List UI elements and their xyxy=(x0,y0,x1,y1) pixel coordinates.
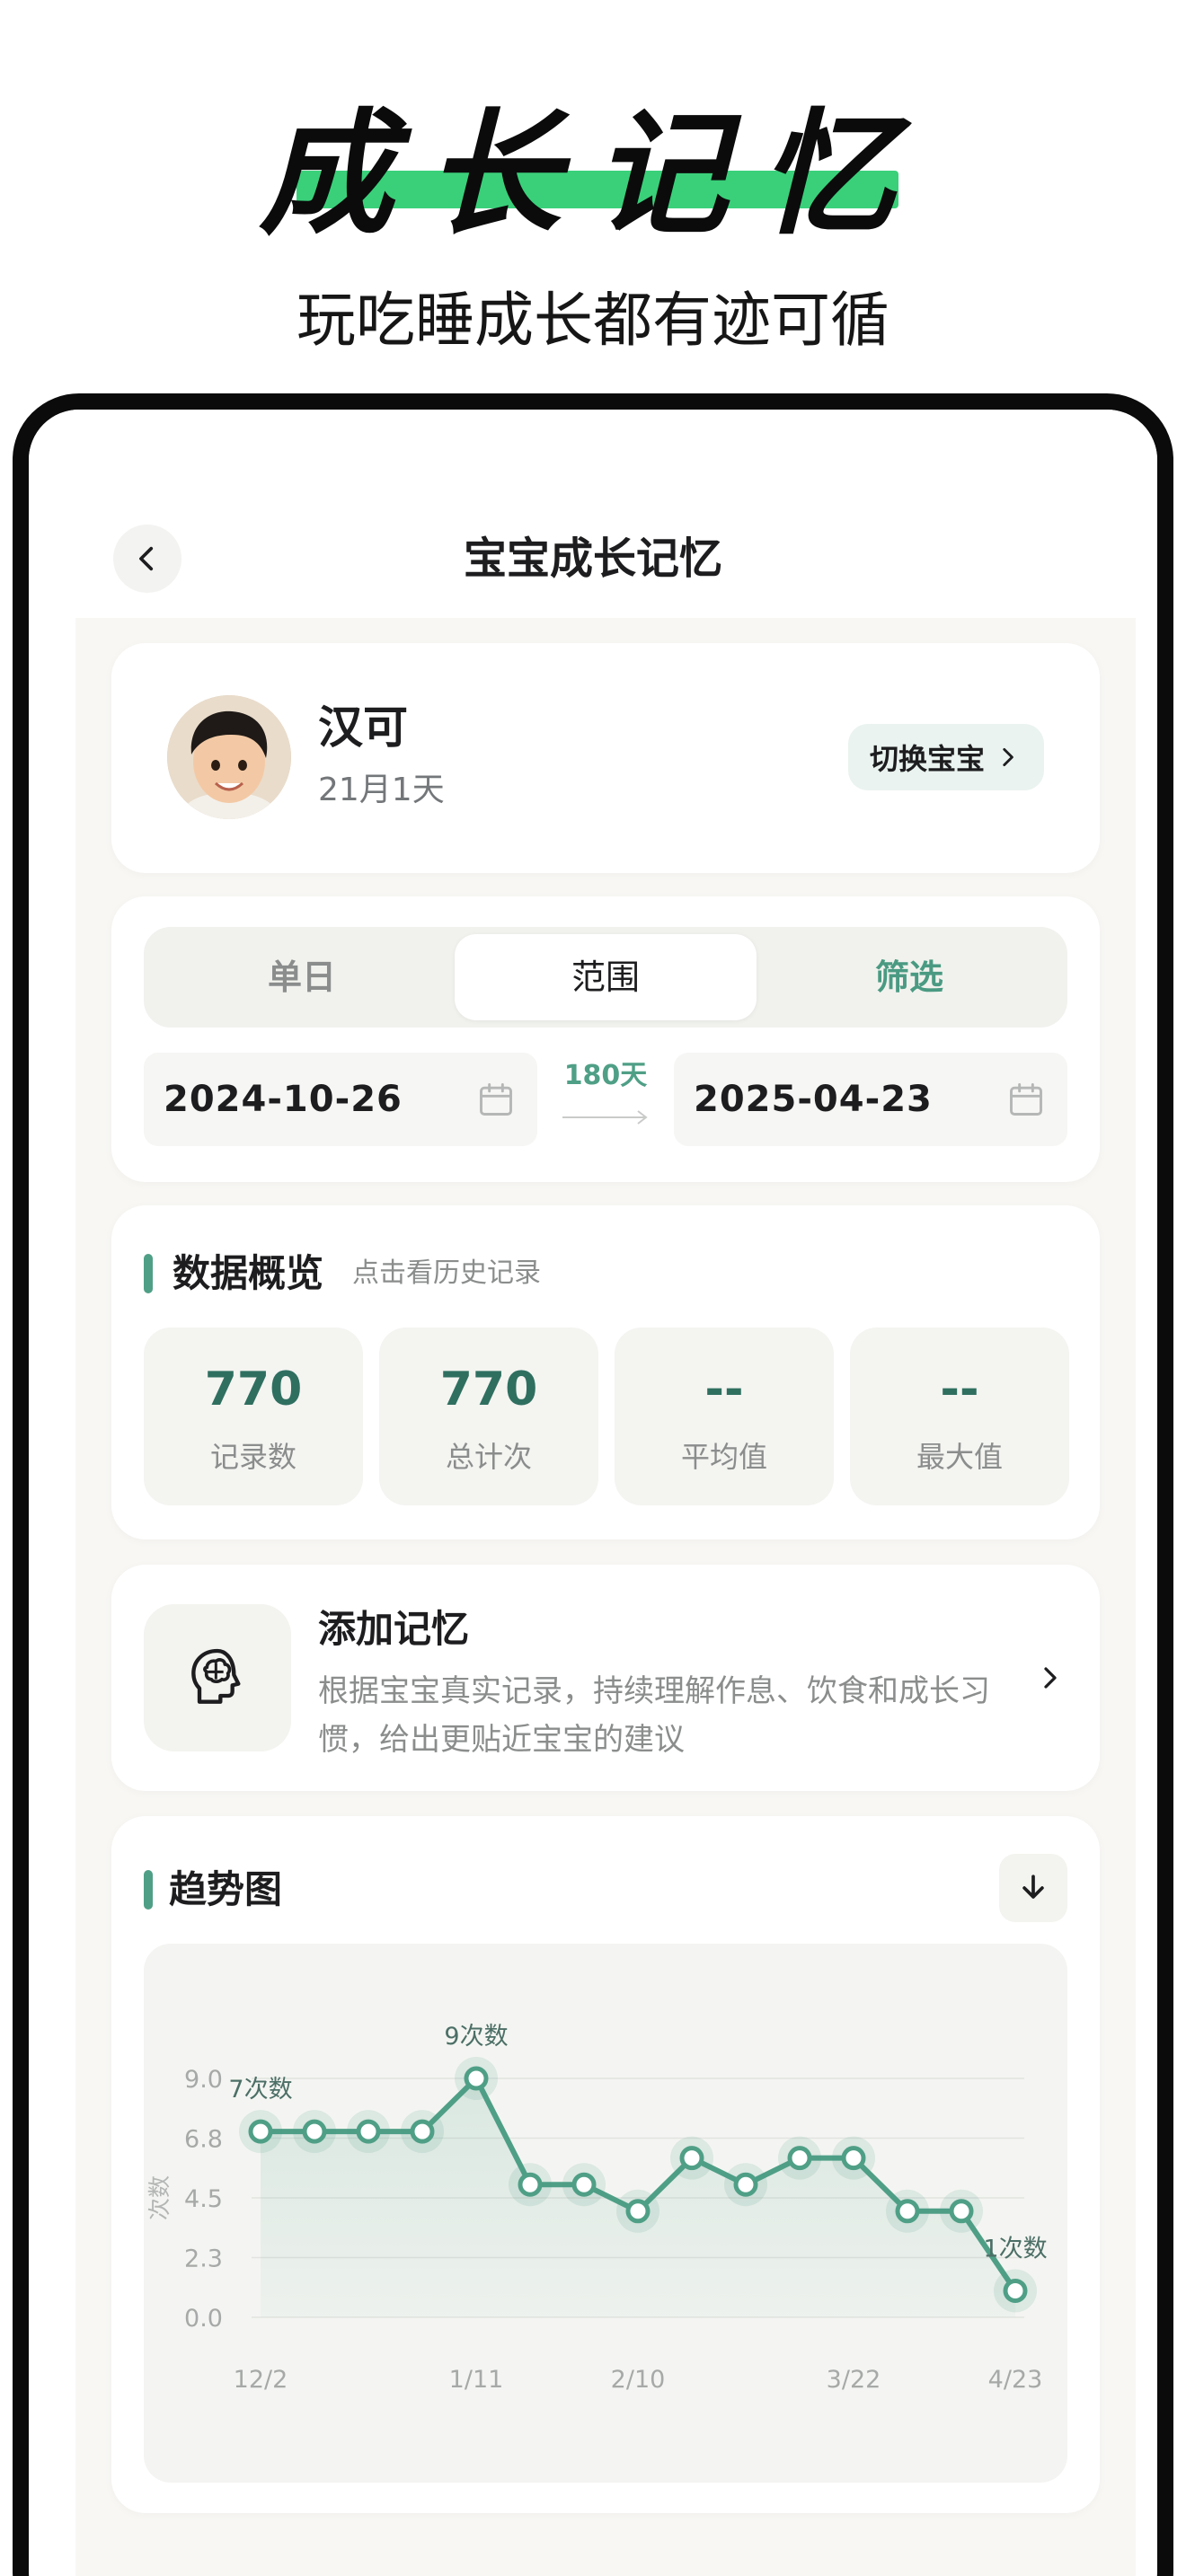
data-label: 7次数 xyxy=(228,2076,292,2104)
x-tick-label: 4/23 xyxy=(988,2366,1043,2394)
baby-profile-card: 汉可 21月1天 切换宝宝 xyxy=(111,643,1100,873)
trend-chart-svg: 0.0 2.3 4.5 6.8 9.0 次数 7次数 9次数 1次数 12/2 1/11 2/10 3/… xyxy=(146,2023,1048,2394)
data-point xyxy=(356,2119,381,2144)
trend-title: 趋势图 xyxy=(169,1867,283,1911)
tab-filter[interactable]: 筛选 xyxy=(758,934,1060,1020)
stat-total-count[interactable]: 770 总计次 xyxy=(379,1328,598,1505)
x-tick-label: 12/2 xyxy=(234,2366,288,2394)
stat-label: 记录数 xyxy=(209,1440,296,1474)
data-point xyxy=(464,2066,489,2091)
data-point xyxy=(518,2172,543,2197)
phone-frame: 宝宝成长记忆 汉可 21月1天 切换宝宝 单日 范围 筛选 2024-10-26… xyxy=(13,393,1173,2576)
switch-baby-label: 切换宝宝 xyxy=(869,742,985,776)
data-point xyxy=(787,2146,812,2171)
data-point xyxy=(895,2199,920,2224)
hero-title: 成长记忆 xyxy=(258,97,927,253)
download-arrow-icon xyxy=(1022,1875,1044,1899)
y-tick-label: 0.0 xyxy=(184,2305,223,2333)
x-tick-label: 1/11 xyxy=(449,2366,504,2394)
hero-header: 成长记忆 xyxy=(0,99,1186,251)
stat-label: 最大值 xyxy=(916,1440,1003,1474)
start-date-field[interactable]: 2024-10-26 xyxy=(144,1053,537,1146)
stat-value: 770 xyxy=(204,1363,303,1416)
section-accent-bar xyxy=(144,1870,153,1910)
calendar-icon xyxy=(1010,1083,1042,1116)
data-point xyxy=(410,2119,435,2144)
y-tick-label: 2.3 xyxy=(184,2245,223,2273)
range-days-label: 180天 xyxy=(563,1060,648,1091)
end-date-field[interactable]: 2025-04-23 xyxy=(674,1053,1067,1146)
data-point xyxy=(949,2199,974,2224)
section-accent-bar xyxy=(144,1254,153,1293)
add-memory-card[interactable]: 添加记忆 根据宝宝真实记录，持续理解作息、饮食和成长习惯，给出更贴近宝宝的建议 xyxy=(111,1565,1100,1791)
mode-segmented-control: 单日 范围 筛选 xyxy=(144,927,1067,1028)
start-date-value: 2024-10-26 xyxy=(164,1079,403,1120)
baby-avatar xyxy=(167,695,291,819)
data-overview-card[interactable]: 数据概览 点击看历史记录 770 记录数 770 总计次 -- 平均值 -- 最… xyxy=(111,1205,1100,1539)
stat-label: 平均值 xyxy=(680,1440,767,1474)
trend-chart-card: 趋势图 0.0 2.3 4.5 6.8 9.0 次数 7次数 9次数 1次数 12/2 1/11 2/… xyxy=(111,1816,1100,2513)
calendar-icon xyxy=(480,1083,512,1116)
data-label: 1次数 xyxy=(983,2235,1047,2263)
data-point xyxy=(841,2146,866,2171)
memory-description: 根据宝宝真实记录，持续理解作息、饮食和成长习惯，给出更贴近宝宝的建议 xyxy=(318,1673,990,1758)
main-content[interactable]: 汉可 21月1天 切换宝宝 单日 范围 筛选 2024-10-26 180天 2… xyxy=(75,618,1136,2576)
data-point xyxy=(571,2172,597,2197)
data-label: 9次数 xyxy=(444,2023,508,2051)
data-point xyxy=(1003,2278,1028,2303)
brain-head-icon xyxy=(191,1648,241,1704)
hero-subtitle: 玩吃睡成长都有迹可循 xyxy=(296,286,890,355)
x-tick-label: 2/10 xyxy=(611,2366,666,2394)
memory-icon-box xyxy=(144,1604,291,1751)
page-title: 宝宝成长记忆 xyxy=(463,534,722,584)
data-point xyxy=(302,2119,327,2144)
download-button[interactable] xyxy=(999,1854,1067,1922)
nav-bar: 宝宝成长记忆 xyxy=(29,410,1157,618)
overview-title: 数据概览 xyxy=(173,1251,324,1295)
avatar-illustration xyxy=(167,695,291,819)
data-point xyxy=(248,2119,273,2144)
stat-value: -- xyxy=(704,1363,744,1416)
chevron-right-icon xyxy=(1044,1667,1057,1689)
y-tick-label: 9.0 xyxy=(184,2066,223,2094)
y-tick-label: 4.5 xyxy=(184,2185,223,2213)
stat-label: 总计次 xyxy=(445,1440,532,1474)
baby-name: 汉可 xyxy=(318,701,408,754)
arrow-right-icon xyxy=(562,1110,648,1125)
date-filter-card: 单日 范围 筛选 2024-10-26 180天 2025-04-23 xyxy=(111,896,1100,1182)
app-screen: 宝宝成长记忆 汉可 21月1天 切换宝宝 单日 范围 筛选 2024-10-26… xyxy=(29,410,1157,2576)
stat-value: -- xyxy=(940,1363,979,1416)
stat-maximum[interactable]: -- 最大值 xyxy=(850,1328,1069,1505)
y-axis-label: 次数 xyxy=(146,2175,173,2220)
stat-record-count[interactable]: 770 记录数 xyxy=(144,1328,363,1505)
end-date-value: 2025-04-23 xyxy=(694,1079,933,1120)
trend-chart[interactable]: 0.0 2.3 4.5 6.8 9.0 次数 7次数 9次数 1次数 12/2 1/11 2/10 3/… xyxy=(144,1944,1067,2483)
memory-title: 添加记忆 xyxy=(318,1607,470,1651)
x-tick-label: 3/22 xyxy=(827,2366,881,2394)
stat-value: 770 xyxy=(439,1363,538,1416)
tab-range[interactable]: 范围 xyxy=(455,934,757,1020)
switch-baby-button[interactable]: 切换宝宝 xyxy=(847,724,1044,790)
chevron-right-icon xyxy=(1003,747,1013,767)
stat-average[interactable]: -- 平均值 xyxy=(615,1328,834,1505)
data-point xyxy=(679,2146,704,2171)
y-tick-label: 6.8 xyxy=(184,2126,223,2154)
overview-history-link[interactable]: 点击看历史记录 xyxy=(352,1248,541,1299)
tab-single-day[interactable]: 单日 xyxy=(151,934,453,1020)
data-point xyxy=(625,2199,651,2224)
baby-age: 21月1天 xyxy=(318,772,445,808)
data-point xyxy=(733,2172,758,2197)
